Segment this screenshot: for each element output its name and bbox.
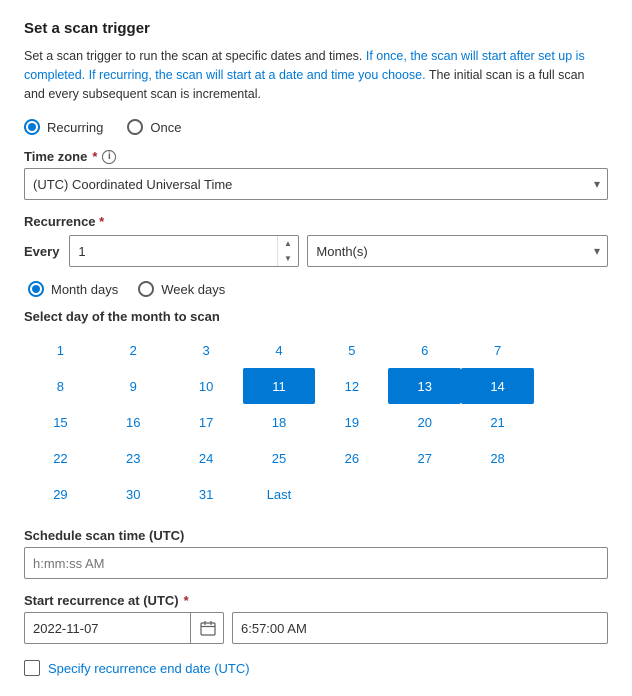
- description-text: Set a scan trigger to run the scan at sp…: [24, 47, 608, 103]
- calendar-day-cell[interactable]: 6: [388, 332, 461, 368]
- select-day-label: Select day of the month to scan: [24, 309, 608, 324]
- calendar-day-cell[interactable]: 25: [243, 440, 316, 476]
- end-date-row: Specify recurrence end date (UTC): [24, 660, 608, 676]
- schedule-time-section: Schedule scan time (UTC): [24, 528, 608, 579]
- week-days-radio[interactable]: Week days: [138, 281, 225, 297]
- calendar-day-cell[interactable]: 4: [243, 332, 316, 368]
- calendar-day-cell[interactable]: 27: [388, 440, 461, 476]
- calendar-day-cell[interactable]: 8: [24, 368, 97, 404]
- start-recurrence-row: [24, 612, 608, 644]
- calendar-day-cell[interactable]: 20: [388, 404, 461, 440]
- calendar-day-cell[interactable]: 12: [315, 368, 388, 404]
- calendar-grid: 1234567891011121314151617181920212223242…: [24, 332, 534, 512]
- calendar-day-cell[interactable]: 16: [97, 404, 170, 440]
- calendar-icon-button[interactable]: [190, 612, 224, 644]
- calendar-day-cell[interactable]: 3: [170, 332, 243, 368]
- calendar-day-cell[interactable]: 1: [24, 332, 97, 368]
- start-recurrence-section: Start recurrence at (UTC) *: [24, 593, 608, 644]
- schedule-time-input[interactable]: [24, 547, 608, 579]
- calendar-day-cell[interactable]: 15: [24, 404, 97, 440]
- every-input-wrapper: ▲ ▼: [69, 235, 299, 267]
- calendar-day-cell[interactable]: 21: [461, 404, 534, 440]
- recurring-radio[interactable]: Recurring: [24, 119, 103, 135]
- calendar-day-cell[interactable]: 14: [461, 368, 534, 404]
- calendar-day-cell[interactable]: 18: [243, 404, 316, 440]
- every-label: Every: [24, 244, 59, 259]
- calendar-day-cell[interactable]: 5: [315, 332, 388, 368]
- end-date-checkbox[interactable]: [24, 660, 40, 676]
- recurrence-section: Recurrence * Every ▲ ▼ Month(s)Week(s)Da…: [24, 214, 608, 267]
- timezone-label: Time zone * i: [24, 149, 608, 164]
- calendar-day-cell[interactable]: 26: [315, 440, 388, 476]
- month-days-label: Month days: [51, 282, 118, 297]
- once-radio-indicator: [127, 119, 143, 135]
- calendar-day-cell[interactable]: 10: [170, 368, 243, 404]
- week-days-indicator: [138, 281, 154, 297]
- calendar-day-cell[interactable]: 9: [97, 368, 170, 404]
- days-type-group: Month days Week days: [28, 281, 608, 297]
- calendar-day-cell[interactable]: 30: [97, 476, 170, 512]
- period-select[interactable]: Month(s)Week(s)Day(s): [307, 235, 608, 267]
- date-input-wrapper: [24, 612, 224, 644]
- month-days-indicator: [28, 281, 44, 297]
- page-title: Set a scan trigger: [24, 20, 608, 37]
- spin-up-button[interactable]: ▲: [278, 236, 297, 251]
- calendar-day-cell[interactable]: Last: [243, 476, 316, 512]
- calendar-day-cell[interactable]: 23: [97, 440, 170, 476]
- period-select-wrapper: Month(s)Week(s)Day(s) ▾: [307, 235, 608, 267]
- calendar-day-cell[interactable]: 2: [97, 332, 170, 368]
- once-radio-label: Once: [150, 120, 181, 135]
- calendar-day-cell[interactable]: 28: [461, 440, 534, 476]
- calendar-icon: [200, 620, 216, 636]
- start-time-input[interactable]: [232, 612, 608, 644]
- week-days-label: Week days: [161, 282, 225, 297]
- trigger-type-group: Recurring Once: [24, 119, 608, 135]
- timezone-section: Time zone * i (UTC) Coordinated Universa…: [24, 149, 608, 200]
- recurring-radio-indicator: [24, 119, 40, 135]
- timezone-select[interactable]: (UTC) Coordinated Universal Time(UTC-05:…: [24, 168, 608, 200]
- end-date-label[interactable]: Specify recurrence end date (UTC): [48, 661, 250, 676]
- calendar-day-cell[interactable]: 11: [243, 368, 316, 404]
- timezone-select-wrapper: (UTC) Coordinated Universal Time(UTC-05:…: [24, 168, 608, 200]
- schedule-time-label: Schedule scan time (UTC): [24, 528, 608, 543]
- recurrence-row: Every ▲ ▼ Month(s)Week(s)Day(s) ▾: [24, 235, 608, 267]
- start-recurrence-label: Start recurrence at (UTC) *: [24, 593, 608, 608]
- calendar-day-cell[interactable]: 29: [24, 476, 97, 512]
- month-days-radio[interactable]: Month days: [28, 281, 118, 297]
- recurrence-label: Recurrence *: [24, 214, 608, 229]
- calendar-day-cell[interactable]: 31: [170, 476, 243, 512]
- calendar-day-cell[interactable]: 17: [170, 404, 243, 440]
- every-input[interactable]: [69, 235, 299, 267]
- calendar-day-cell[interactable]: 24: [170, 440, 243, 476]
- calendar-day-cell[interactable]: 7: [461, 332, 534, 368]
- spin-buttons: ▲ ▼: [277, 236, 297, 266]
- recurring-radio-label: Recurring: [47, 120, 103, 135]
- calendar-day-cell[interactable]: 19: [315, 404, 388, 440]
- spin-down-button[interactable]: ▼: [278, 251, 297, 266]
- once-radio[interactable]: Once: [127, 119, 181, 135]
- calendar-day-cell[interactable]: 22: [24, 440, 97, 476]
- calendar-day-cell[interactable]: 13: [388, 368, 461, 404]
- timezone-info-icon[interactable]: i: [102, 150, 116, 164]
- calendar-section: Select day of the month to scan 12345678…: [24, 309, 608, 512]
